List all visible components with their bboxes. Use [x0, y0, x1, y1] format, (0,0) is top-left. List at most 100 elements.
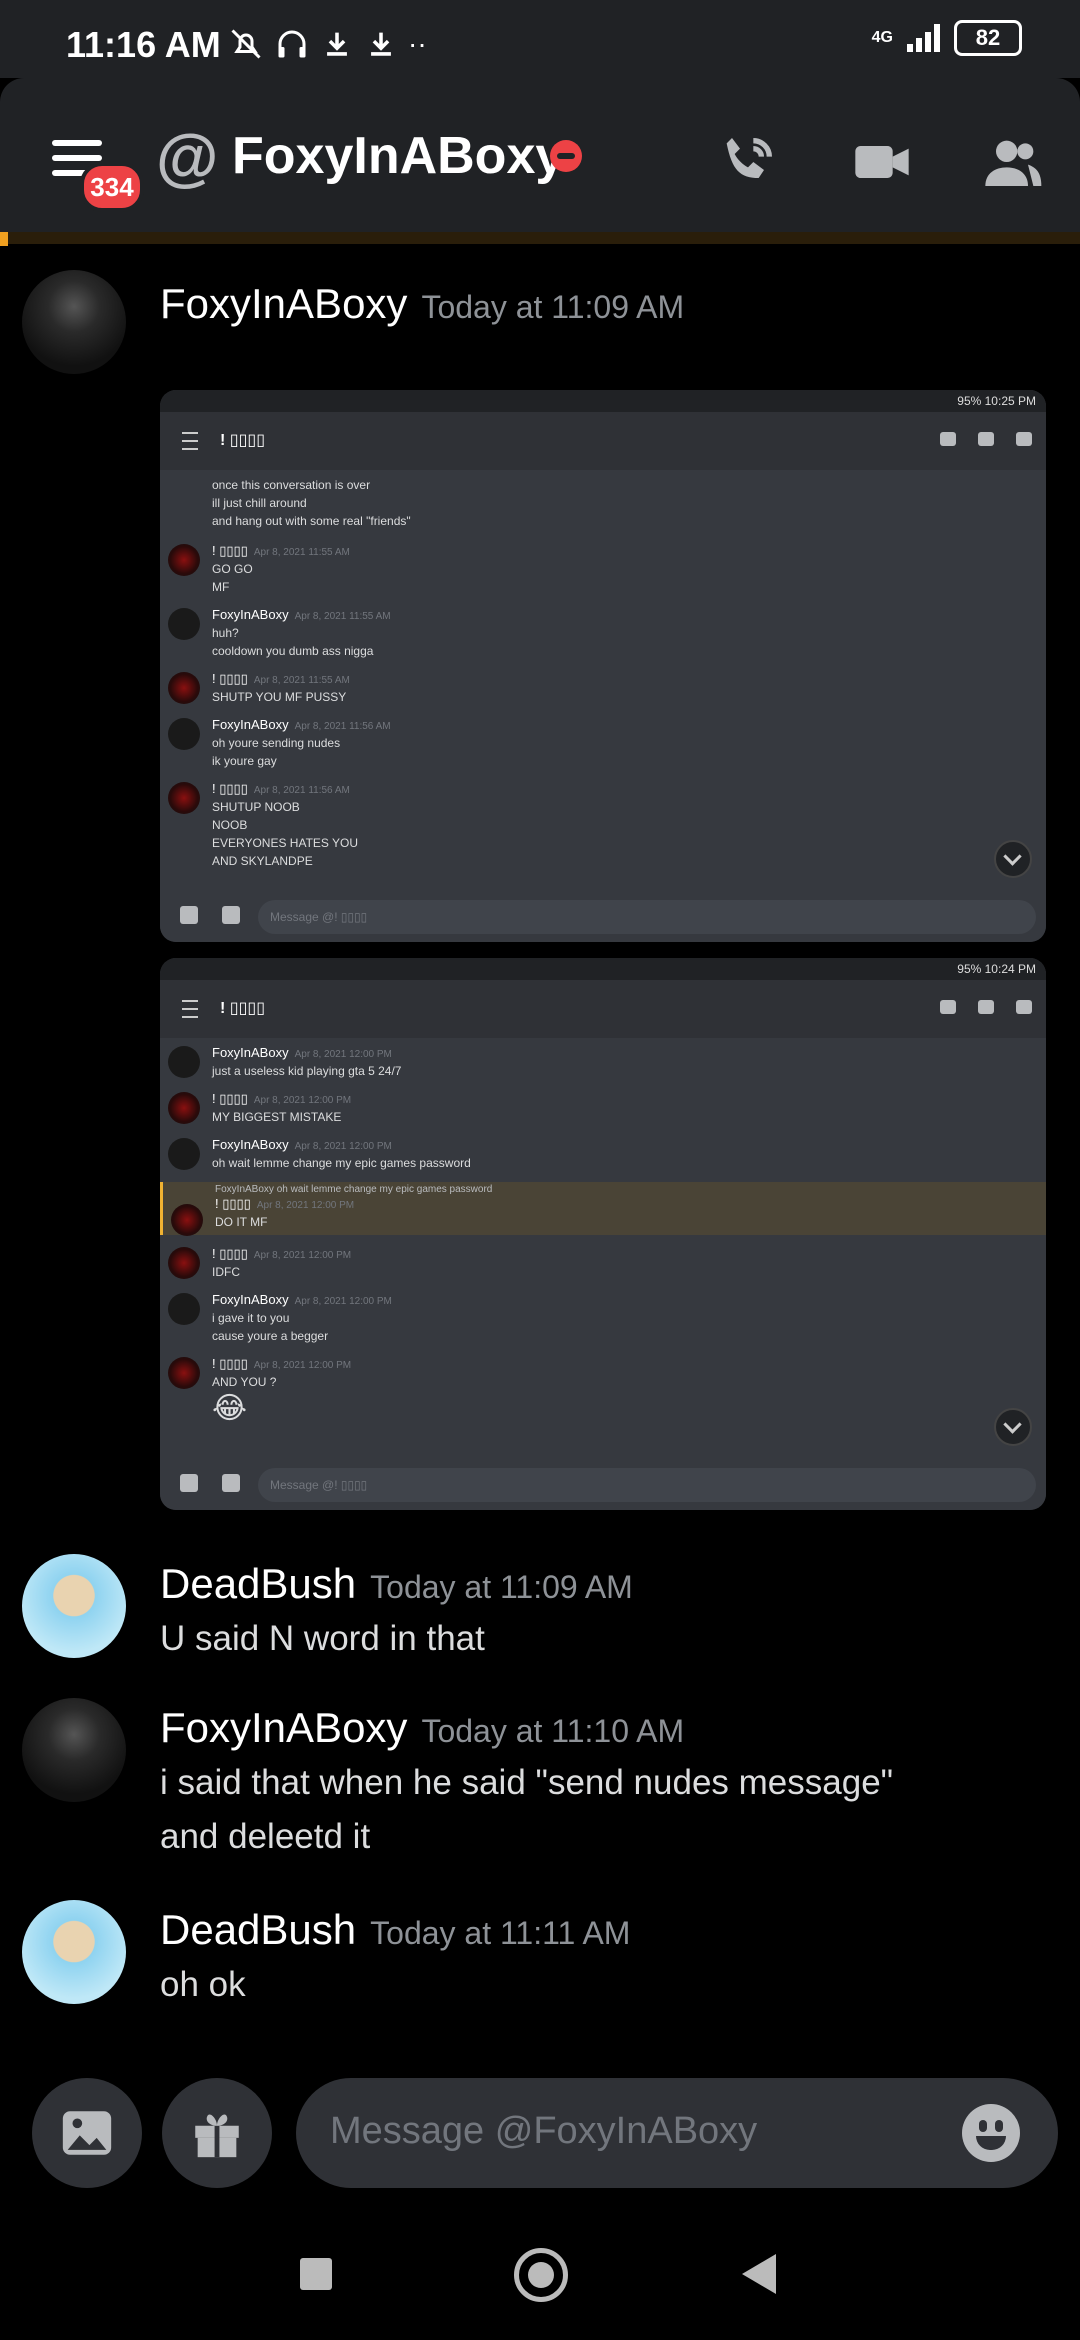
attachment-header: ! ▯▯▯▯: [160, 980, 1046, 1038]
message-input[interactable]: Message @FoxyInABoxy: [296, 2078, 1058, 2188]
attachment-message: FoxyInABoxy Apr 8, 2021 12:00 PM oh wait …: [160, 1136, 1046, 1172]
attachment-message: ! ▯▯▯▯ Apr 8, 2021 12:00 PM MY BIGGEST MI…: [160, 1090, 1046, 1126]
attachment-input-bar: Message @! ▯▯▯▯: [160, 1460, 1046, 1510]
message-date: Apr 8, 2021 11:56 AM: [294, 721, 391, 732]
message-line: EVERYONES HATES YOU: [212, 836, 359, 850]
reply-preview: FoxyInABoxy oh wait lemme change my epic…: [215, 1184, 493, 1195]
message-date: Apr 8, 2021 11:55 AM: [253, 547, 350, 558]
chevron-down-icon: [994, 1408, 1032, 1446]
status-time: 11:16 AM: [66, 24, 221, 65]
page-title[interactable]: FoxyInABoxy: [232, 126, 564, 186]
more-dots-icon: ··: [408, 28, 427, 59]
message-text: i said that when he said "send nudes mes…: [160, 1756, 893, 1864]
author-name: FoxyInABoxy: [212, 717, 289, 732]
author-name: ! ▯▯▯▯: [215, 1196, 251, 1211]
back-button[interactable]: [742, 2254, 776, 2294]
signal-icon: [907, 24, 940, 52]
message-line: AND YOU ?: [212, 1375, 277, 1389]
message-line: and deleetd it: [160, 1817, 371, 1856]
video-camera-icon[interactable]: [850, 130, 914, 194]
unread-indicator: [0, 232, 8, 246]
download-icon: [371, 32, 391, 56]
message-line: oh youre sending nudes: [212, 736, 341, 750]
author-name: ! ▯▯▯▯: [212, 671, 248, 686]
avatar: [168, 718, 200, 750]
author-name: ! ▯▯▯▯: [212, 1356, 248, 1371]
dnd-status-icon: [550, 140, 582, 172]
avatar: [168, 608, 200, 640]
phone-call-icon[interactable]: [716, 130, 780, 194]
home-button[interactable]: [514, 2248, 568, 2302]
message-input-placeholder: Message @FoxyInABoxy: [330, 2110, 758, 2152]
attachment-message: ! ▯▯▯▯ Apr 8, 2021 11:56 AM SHUTUP NOOB N…: [160, 780, 1046, 870]
at-icon: @: [156, 121, 219, 193]
message-date: Apr 8, 2021 11:56 AM: [253, 785, 350, 796]
attachment-status-bar: 95% 10:25 PM: [160, 390, 1046, 412]
image-attachment[interactable]: 95% 10:24 PM ! ▯▯▯▯ FoxyInABoxy Apr 8, 20…: [160, 958, 1046, 1510]
attachment-status-bar: 95% 10:24 PM: [160, 958, 1046, 980]
download-icon: [327, 32, 347, 56]
author-name: FoxyInABoxy: [212, 1137, 289, 1152]
attachment-message: once this conversation is over ill just …: [160, 476, 1046, 530]
avatar: [168, 672, 200, 704]
unread-badge: 334: [80, 162, 144, 212]
message-line: i said that when he said "send nudes mes…: [160, 1763, 894, 1802]
author-name: FoxyInABoxy: [212, 1292, 289, 1307]
avatar[interactable]: [22, 1554, 126, 1658]
author-name: ! ▯▯▯▯: [212, 543, 248, 558]
avatar[interactable]: [22, 270, 126, 374]
attachment-message-reply: FoxyInABoxy oh wait lemme change my epic…: [160, 1182, 1046, 1236]
avatar: [168, 1293, 200, 1325]
attachment-message: FoxyInABoxy Apr 8, 2021 12:00 PM i gave i…: [160, 1291, 1046, 1345]
image-icon: [180, 906, 198, 924]
author-name[interactable]: DeadBush: [160, 1560, 356, 1607]
message-line: cooldown you dumb ass nigga: [212, 644, 374, 658]
attachment-header-icons: [940, 432, 1032, 446]
header-shadow: [0, 232, 1080, 244]
message-line: MF: [212, 580, 230, 594]
message-text: oh ok: [160, 1965, 246, 2004]
attachment-messages: FoxyInABoxy Apr 8, 2021 12:00 PM just a u…: [160, 1038, 1046, 1427]
system-nav-bar: [0, 2208, 1080, 2340]
message-line: ill just chill around: [212, 496, 307, 510]
avatar: [168, 1138, 200, 1170]
emoji-icon[interactable]: [962, 2104, 1020, 2162]
message-timestamp: Today at 11:11 AM: [370, 1915, 631, 1951]
message-line: ik youre gay: [212, 754, 277, 768]
author-name: ! ▯▯▯▯: [212, 1091, 248, 1106]
avatar[interactable]: [22, 1900, 126, 2004]
hamburger-icon: [182, 432, 198, 450]
message-line: NOOB: [212, 818, 248, 832]
attachment-message: ! ▯▯▯▯ Apr 8, 2021 11:55 AM GO GO MF: [160, 542, 1046, 596]
gift-icon: [222, 906, 240, 924]
message-line: SHUTP YOU MF PUSSY: [212, 690, 347, 704]
message-date: Apr 8, 2021 12:00 PM: [253, 1360, 352, 1371]
message-line: MY BIGGEST MISTAKE: [212, 1110, 342, 1124]
message-header: FoxyInABoxy Today at 11:10 AM: [160, 1704, 684, 1752]
message-composer: Message @FoxyInABoxy: [0, 2058, 1080, 2208]
message-line: AND SKYLANDPE: [212, 854, 313, 868]
recents-button[interactable]: [300, 2258, 332, 2290]
message-line: i gave it to you: [212, 1311, 290, 1325]
phone-call-icon: [940, 432, 956, 446]
video-camera-icon: [978, 432, 994, 446]
attachment-message: ! ▯▯▯▯ Apr 8, 2021 11:55 AM SHUTP YOU MF …: [160, 670, 1046, 706]
avatar[interactable]: [22, 1698, 126, 1802]
members-icon[interactable]: [980, 130, 1044, 194]
bell-muted-icon: [231, 29, 261, 59]
author-name[interactable]: FoxyInABoxy: [160, 280, 407, 327]
members-icon: [1016, 432, 1032, 446]
message-date: Apr 8, 2021 12:00 PM: [256, 1200, 355, 1211]
message-date: Apr 8, 2021 12:00 PM: [294, 1141, 392, 1152]
message-timestamp: Today at 11:09 AM: [421, 289, 685, 325]
author-name[interactable]: DeadBush: [160, 1906, 356, 1953]
image-attachment[interactable]: 95% 10:25 PM ! ▯▯▯▯ once this conversati…: [160, 390, 1046, 942]
system-icons: 4G 82: [872, 20, 1022, 56]
message-timestamp: Today at 11:09 AM: [370, 1569, 633, 1605]
author-name[interactable]: FoxyInABoxy: [160, 1704, 407, 1751]
attachment-message: ! ▯▯▯▯ Apr 8, 2021 12:00 PM AND YOU ? 😂: [160, 1355, 1046, 1427]
avatar: [168, 782, 200, 814]
phone-call-icon: [940, 1000, 956, 1014]
gift-button[interactable]: [162, 2078, 272, 2188]
image-upload-button[interactable]: [32, 2078, 142, 2188]
